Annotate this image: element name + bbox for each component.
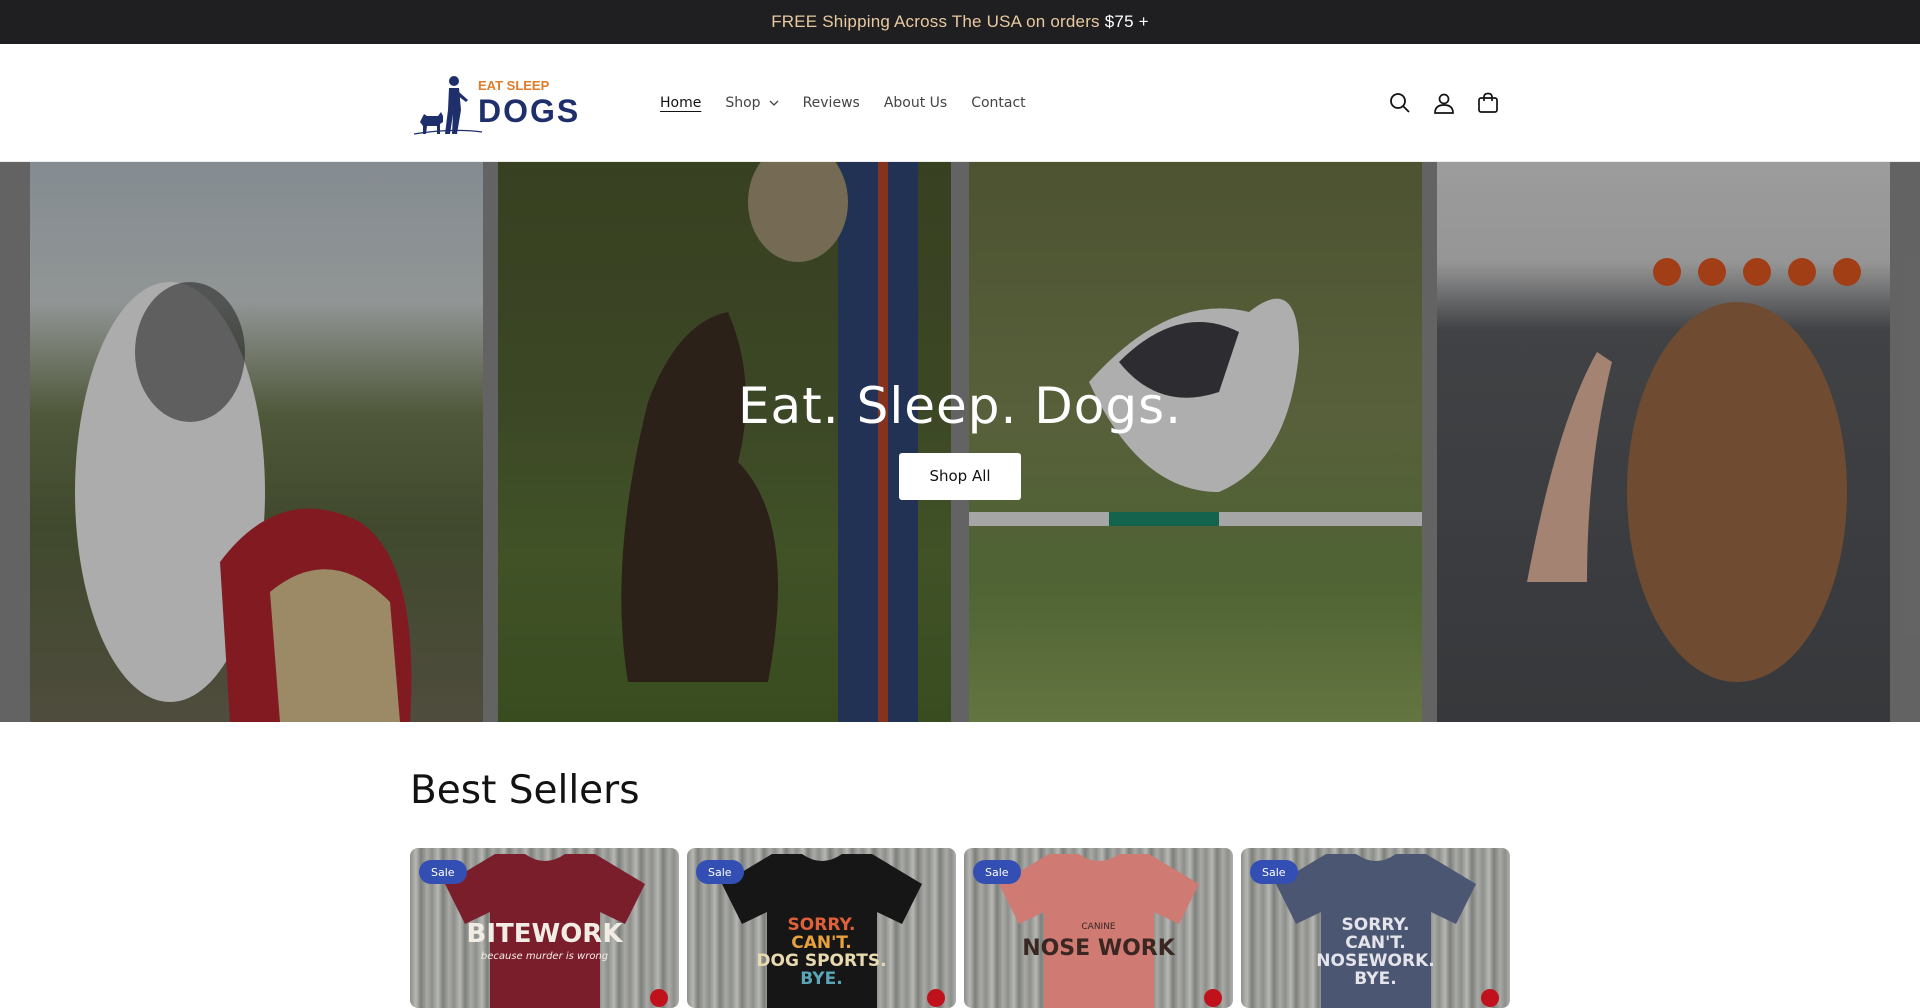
- shirt-graphic-text: SORRY. CAN'T. NOSEWORK. BYE.: [1316, 915, 1435, 989]
- hero-title: Eat. Sleep. Dogs.: [737, 376, 1183, 435]
- nav-contact[interactable]: Contact: [971, 95, 1025, 111]
- announcement-text: FREE Shipping Across The USA on orders: [771, 12, 1100, 31]
- rose-decoration: [1204, 989, 1222, 1007]
- product-card[interactable]: SORRY. CAN'T. DOG SPORTS. BYE. Sale: [687, 848, 956, 1008]
- account-icon: [1434, 93, 1454, 114]
- product-grid: BITEWORK because murder is wrong Sale SO…: [410, 848, 1510, 1008]
- site-header: EAT SLEEP DOGS Home Shop Reviews About U…: [0, 44, 1920, 162]
- announcement-amount: $75 +: [1104, 12, 1149, 31]
- nav-reviews-label: Reviews: [802, 95, 860, 111]
- section-title: Best Sellers: [410, 768, 640, 813]
- main-nav: Home Shop Reviews About Us Contact: [660, 44, 1026, 162]
- hero-banner: Eat. Sleep. Dogs. Shop All: [0, 162, 1920, 722]
- nav-home[interactable]: Home: [660, 95, 701, 111]
- account-button[interactable]: [1432, 91, 1456, 115]
- product-card[interactable]: SORRY. CAN'T. NOSEWORK. BYE. Sale: [1241, 848, 1510, 1008]
- nav-shop[interactable]: Shop: [725, 95, 779, 111]
- logo-text-bottom: DOGS: [478, 93, 580, 129]
- header-icons: [1388, 44, 1500, 162]
- sale-badge: Sale: [419, 860, 467, 884]
- search-icon: [1390, 93, 1410, 113]
- product-card[interactable]: CANINE NOSE WORK Sale: [964, 848, 1233, 1008]
- nav-contact-label: Contact: [971, 95, 1026, 111]
- rose-decoration: [650, 989, 668, 1007]
- site-logo[interactable]: EAT SLEEP DOGS: [412, 72, 618, 136]
- shirt-graphic-text: CANINE NOSE WORK: [1022, 922, 1175, 961]
- cart-icon: [1478, 92, 1498, 113]
- rose-decoration: [1481, 989, 1499, 1007]
- search-button[interactable]: [1388, 91, 1412, 115]
- nav-about-us-label: About Us: [883, 95, 948, 111]
- cart-button[interactable]: [1476, 91, 1500, 115]
- shop-all-button[interactable]: Shop All: [899, 452, 1021, 500]
- rose-decoration: [927, 989, 945, 1007]
- nav-reviews[interactable]: Reviews: [803, 95, 860, 111]
- nav-shop-label: Shop: [725, 95, 761, 111]
- best-sellers-section: Best Sellers: [410, 768, 1510, 813]
- hero-content: Eat. Sleep. Dogs. Shop All: [0, 162, 1920, 722]
- shirt-graphic-text: BITEWORK because murder is wrong: [466, 919, 623, 962]
- logo-text-top: EAT SLEEP: [478, 78, 550, 93]
- sale-badge: Sale: [1250, 860, 1298, 884]
- chevron-down-icon: [769, 100, 779, 106]
- sale-badge: Sale: [696, 860, 744, 884]
- shirt-graphic-text: SORRY. CAN'T. DOG SPORTS. BYE.: [756, 915, 887, 989]
- nav-home-label: Home: [660, 95, 702, 111]
- sale-badge: Sale: [973, 860, 1021, 884]
- product-card[interactable]: BITEWORK because murder is wrong Sale: [410, 848, 679, 1008]
- nav-about-us[interactable]: About Us: [884, 95, 947, 111]
- announcement-bar: FREE Shipping Across The USA on orders $…: [0, 0, 1920, 44]
